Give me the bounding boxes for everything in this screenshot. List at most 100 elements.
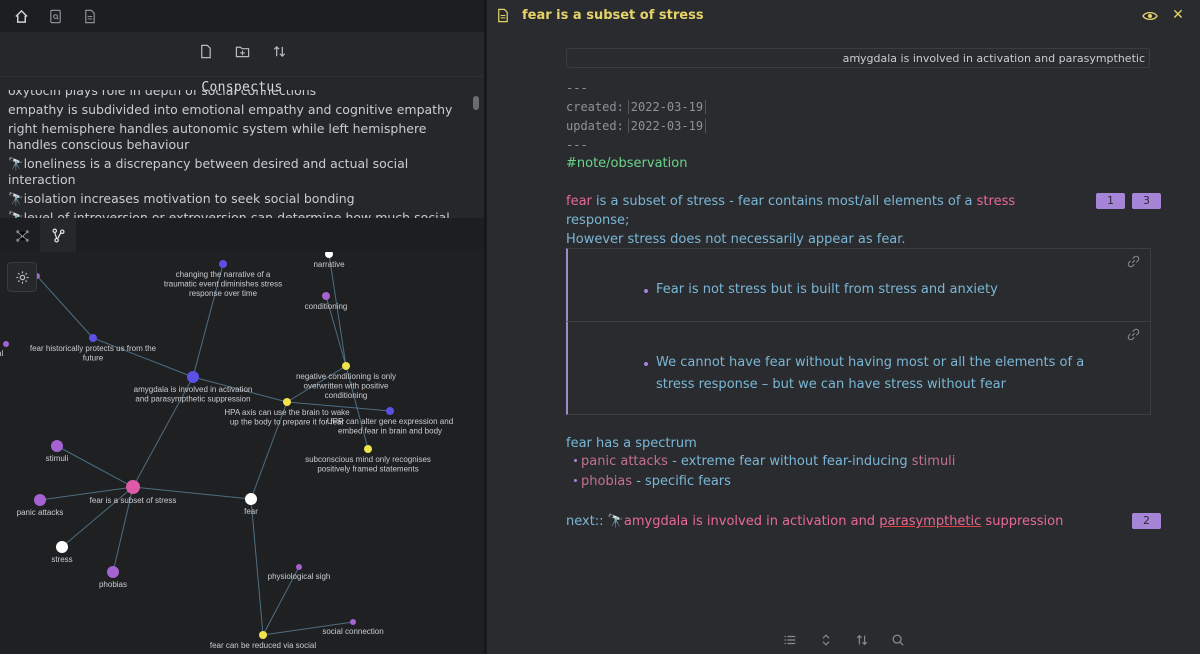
graph-canvas[interactable]: narrative changing the narrative of a trau… — [0, 252, 484, 654]
reference-badge[interactable]: 1 — [1096, 193, 1125, 209]
link-amygdala[interactable]: amygdala is involved in activation and — [624, 514, 879, 529]
conspectus-item[interactable]: 🔭level of introversion or extroversion c… — [8, 210, 470, 218]
expand-collapse-icon[interactable] — [819, 633, 833, 647]
graph-node-label: amygdala is involved in activation and pa… — [134, 385, 253, 404]
conspectus-item[interactable]: oxytocin plays role in depth of social c… — [8, 90, 470, 99]
graph-node-stimuli[interactable] — [51, 440, 63, 452]
updated-key: updated: — [566, 119, 624, 133]
graph-node-alter[interactable] — [386, 407, 394, 415]
graph-node-amygdala[interactable] — [187, 371, 199, 383]
graph-node-social[interactable] — [350, 619, 356, 625]
graph-node-label: stimuli — [46, 454, 69, 463]
graph-node-subset[interactable] — [126, 480, 140, 494]
graph-node-hpa[interactable] — [283, 398, 291, 406]
graph-icon — [15, 229, 29, 242]
sort-icon — [273, 45, 285, 57]
new-folder-button[interactable] — [235, 44, 250, 63]
graph-node-label: UPR can alter gene expression and embed f… — [327, 417, 453, 436]
graph-edge — [56, 445, 134, 488]
conspectus-item[interactable]: 🔭isolation increases motivation to seek … — [8, 191, 470, 207]
local-graph-view[interactable]: narrative changing the narrative of a trau… — [0, 252, 484, 654]
close-icon[interactable]: ✕ — [1170, 7, 1186, 23]
conspectus-list: oxytocin plays role in depth of social c… — [0, 90, 470, 218]
link-stress[interactable]: stress — [977, 194, 1015, 209]
sort-icon[interactable] — [855, 633, 869, 647]
link-panic-attacks[interactable]: panic attacks — [581, 454, 668, 469]
misspelled-word[interactable]: parasympthetic — [879, 514, 981, 529]
tab-document[interactable] — [72, 1, 106, 31]
graph-node-label: stress — [51, 555, 72, 564]
note-tag[interactable]: #note/observation — [566, 156, 687, 171]
reading-view-icon[interactable] — [1142, 8, 1158, 24]
reference-badge[interactable]: 3 — [1132, 193, 1161, 209]
embed-block: We cannot have fear without having most … — [566, 321, 1151, 415]
tab-global-graph[interactable] — [4, 218, 40, 252]
gear-icon — [15, 270, 29, 284]
tab-local-graph[interactable] — [40, 218, 76, 252]
link-fear[interactable]: fear — [566, 194, 592, 209]
graph-node-conditioning[interactable] — [322, 292, 330, 300]
next-prefix: next:: 🔭 — [566, 514, 624, 529]
link-amygdala-end[interactable]: suppression — [981, 514, 1063, 529]
tab-home[interactable] — [4, 1, 38, 31]
frontmatter-updated: updated: 2022-03-19 — [566, 119, 707, 133]
new-note-button[interactable] — [198, 44, 213, 63]
graph-edge — [36, 275, 94, 339]
graph-node-label: negative conditioning is only overwritten… — [296, 372, 396, 400]
list-icon[interactable] — [783, 633, 797, 647]
document-icon — [498, 8, 508, 23]
list-text: - specific fears — [632, 474, 731, 489]
graph-node-label: fear — [244, 507, 258, 516]
sort-button[interactable] — [272, 44, 287, 63]
reference-badge[interactable]: 2 — [1132, 513, 1161, 529]
graph-node-negative[interactable] — [342, 362, 350, 370]
graph-node-stress[interactable] — [56, 541, 68, 553]
bullet-dot — [574, 459, 577, 462]
link-phobias[interactable]: phobias — [581, 474, 632, 489]
note-pane: fear is a subset of stress ✕ amygdala is… — [487, 0, 1200, 654]
graph-node-rvival[interactable] — [3, 341, 9, 347]
local-graph-icon — [51, 228, 65, 242]
graph-node-narrative[interactable] — [325, 252, 333, 258]
link-icon[interactable] — [1127, 255, 1140, 268]
search-file-icon — [49, 9, 61, 23]
embed-text: We cannot have fear without having most … — [656, 355, 1085, 370]
graph-node-changing[interactable] — [219, 260, 227, 268]
graph-node-phobias[interactable] — [107, 566, 119, 578]
conspectus-item[interactable]: empathy is subdivided into emotional emp… — [8, 102, 470, 118]
graph-node-subconscious[interactable] — [364, 445, 372, 453]
note-header: fear is a subset of stress ✕ — [487, 0, 1200, 32]
note-body: amygdala is involved in activation and p… — [487, 32, 1200, 622]
created-value: 2022-03-19 — [627, 100, 707, 114]
link-icon[interactable] — [1127, 328, 1140, 341]
graph-node-sigh[interactable] — [296, 564, 302, 570]
frontmatter-separator: --- — [566, 138, 588, 152]
para-text: However stress does not necessarily appe… — [566, 232, 906, 247]
left-tab-bar — [0, 0, 484, 32]
file-explorer-toolbar — [0, 32, 484, 74]
list-text: - extreme fear without fear-inducing — [667, 454, 912, 469]
conspectus-item[interactable]: 🔭loneliness is a discrepancy between des… — [8, 156, 470, 188]
graph-node-label: rvival — [0, 349, 4, 358]
graph-settings-button[interactable] — [7, 262, 37, 292]
graph-node-label: narrative — [313, 260, 345, 269]
graph-node-reduced[interactable] — [259, 631, 267, 639]
left-pane: Conspectus oxytocin plays role in depth … — [0, 0, 484, 654]
graph-node-panic[interactable] — [34, 494, 46, 506]
graph-node-fear[interactable] — [245, 493, 257, 505]
para-text: response; — [566, 213, 630, 228]
graph-edge — [250, 498, 264, 636]
new-folder-icon — [235, 46, 249, 57]
graph-node-label: fear is a subset of stress — [90, 496, 177, 505]
breadcrumb-next-link[interactable]: amygdala is involved in activation and p… — [843, 52, 1145, 65]
graph-node-label: changing the narrative of a traumatic eve… — [164, 270, 282, 298]
search-icon[interactable] — [891, 633, 905, 647]
tab-search-file[interactable] — [38, 1, 72, 31]
bullet-dot — [574, 479, 577, 482]
link-stimuli[interactable]: stimuli — [912, 454, 956, 469]
graph-node-label: phobias — [99, 580, 127, 589]
conspectus-item[interactable]: right hemisphere handles autonomic syste… — [8, 121, 470, 153]
conspectus-scrollbar[interactable] — [473, 96, 479, 110]
graph-node-historically[interactable] — [89, 334, 97, 342]
bullet-dot — [644, 362, 648, 366]
